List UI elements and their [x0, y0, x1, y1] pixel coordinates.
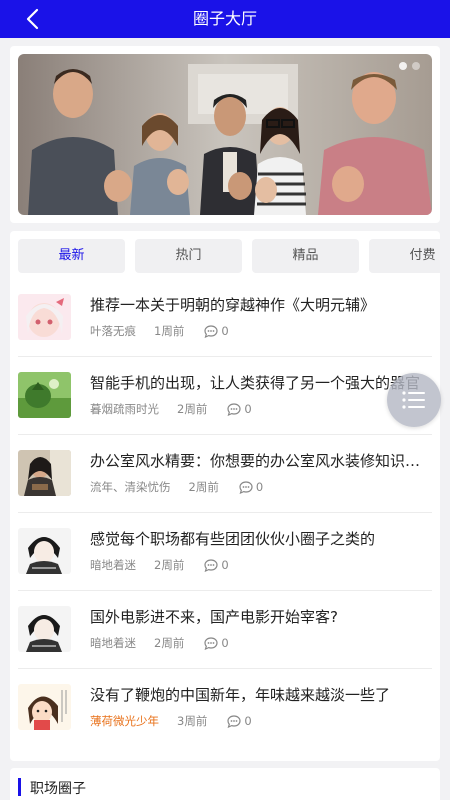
page-title: 圈子大厅	[192, 9, 257, 28]
post-comment-count: 0	[227, 714, 252, 729]
section-accent-bar	[18, 778, 21, 796]
post-title: 办公室风水精要：你想要的办公室风水装修知识都在这里	[90, 452, 434, 470]
post-title: 感觉每个职场都有些团团伙伙小圈子之类的	[90, 530, 376, 548]
post-author[interactable]: 暗地着迷	[90, 557, 136, 573]
post-author[interactable]: 暗地着迷	[90, 635, 136, 651]
tab-bar: 最新 热门 精品 付费	[18, 239, 440, 273]
post-author[interactable]: 薄荷微光少年	[90, 713, 159, 729]
post-time: 3周前	[177, 714, 208, 728]
post-meta: 叶落无痕 1周前 0	[90, 323, 229, 339]
post-item[interactable]: 推荐一本关于明朝的穿越神作《大明元辅》 叶落无痕 1周前 0	[10, 279, 440, 357]
comment-bubble-icon	[227, 403, 241, 417]
banner-card	[10, 46, 440, 223]
post-author[interactable]: 暮烟疏雨时光	[90, 401, 159, 417]
post-item[interactable]: 感觉每个职场都有些团团伙伙小圈子之类的 暗地着迷 2周前 0	[10, 513, 440, 591]
post-title: 国外电影进不来，国产电影开始宰客?	[90, 608, 338, 626]
post-thumbnail	[18, 606, 71, 652]
tab-paid[interactable]: 付费	[369, 239, 440, 273]
post-comment-count: 0	[204, 636, 229, 651]
post-item[interactable]: 国外电影进不来，国产电影开始宰客? 暗地着迷 2周前 0	[10, 591, 440, 669]
tab-hot[interactable]: 热门	[135, 239, 242, 273]
carousel-indicators	[399, 62, 420, 70]
section-title: 职场圈子	[30, 781, 86, 797]
section-header-card: 职场圈子	[10, 768, 440, 800]
post-item[interactable]: 办公室风水精要：你想要的办公室风水装修知识都在这里 流年、清染忧伤 2周前 0	[10, 435, 440, 513]
post-time: 2周前	[177, 402, 208, 416]
comment-bubble-icon	[239, 481, 253, 495]
post-thumbnail	[18, 684, 71, 730]
post-time: 1周前	[154, 324, 185, 338]
post-thumbnail	[18, 450, 71, 496]
tab-featured[interactable]: 精品	[252, 239, 359, 273]
post-meta: 流年、清染忧伤 2周前 0	[90, 479, 263, 495]
comment-bubble-icon	[204, 325, 218, 339]
post-thumbnail	[18, 528, 71, 574]
tab-latest[interactable]: 最新	[18, 239, 125, 273]
menu-icon	[402, 391, 425, 409]
post-time: 2周前	[154, 636, 185, 650]
post-author[interactable]: 叶落无痕	[90, 323, 136, 339]
post-comment-count: 0	[204, 324, 229, 339]
post-thumbnail	[18, 294, 71, 340]
post-item[interactable]: 智能手机的出现，让人类获得了另一个强大的器官 暮烟疏雨时光 2周前 0	[10, 357, 440, 435]
post-meta: 薄荷微光少年 3周前 0	[90, 713, 252, 729]
banner-image	[18, 54, 432, 215]
post-list-card: 最新 热门 精品 付费 推荐一本关于明朝的穿越神作《大明元辅》 叶落无痕 1周前 0…	[10, 231, 440, 761]
comment-bubble-icon	[204, 637, 218, 651]
post-title: 智能手机的出现，让人类获得了另一个强大的器官	[90, 374, 421, 392]
post-title: 没有了鞭炮的中国新年，年味越来越淡一些了	[90, 686, 391, 704]
post-title: 推荐一本关于明朝的穿越神作《大明元辅》	[90, 296, 376, 314]
post-meta: 暮烟疏雨时光 2周前 0	[90, 401, 252, 417]
banner-carousel[interactable]	[18, 54, 432, 215]
post-author[interactable]: 流年、清染忧伤	[90, 479, 171, 495]
post-comment-count: 0	[204, 558, 229, 573]
post-meta: 暗地着迷 2周前 0	[90, 635, 229, 651]
post-time: 2周前	[188, 480, 219, 494]
post-thumbnail	[18, 372, 71, 418]
comment-bubble-icon	[227, 715, 241, 729]
post-comment-count: 0	[227, 402, 252, 417]
post-meta: 暗地着迷 2周前 0	[90, 557, 229, 573]
carousel-dot[interactable]	[399, 62, 407, 70]
carousel-dot[interactable]	[412, 62, 420, 70]
comment-bubble-icon	[204, 559, 218, 573]
floating-menu-button[interactable]	[387, 373, 441, 427]
post-comment-count: 0	[239, 480, 263, 495]
post-time: 2周前	[154, 558, 185, 572]
top-bar: 圈子大厅	[0, 0, 450, 38]
post-item[interactable]: 没有了鞭炮的中国新年，年味越来越淡一些了 薄荷微光少年 3周前 0	[10, 669, 440, 747]
